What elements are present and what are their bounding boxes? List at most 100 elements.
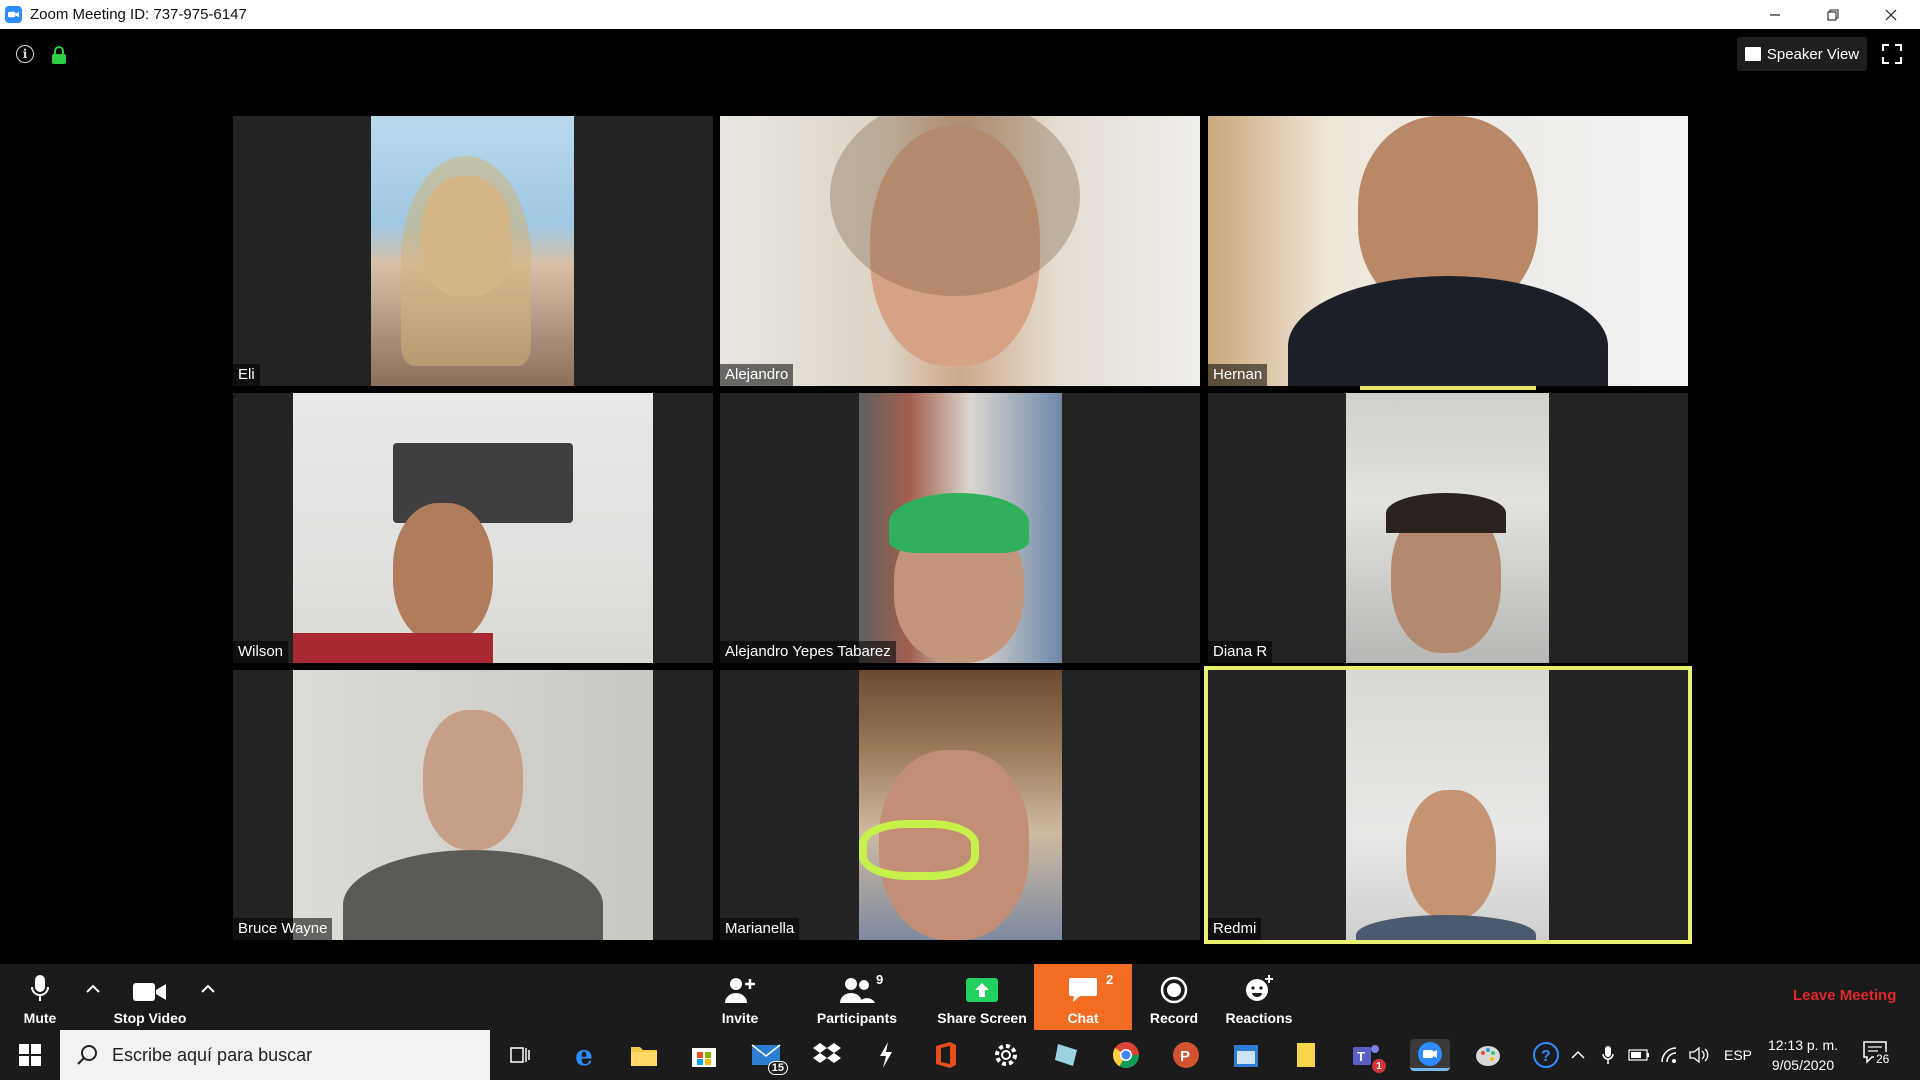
participant-name: Wilson: [233, 641, 289, 663]
speaker-view-icon: [1744, 47, 1761, 61]
participant-video: [371, 116, 574, 386]
paint-palette-icon[interactable]: [1472, 1039, 1504, 1071]
system-clock[interactable]: 12:13 p. m. 9/05/2020: [1758, 1035, 1848, 1075]
app-lightning-icon[interactable]: [870, 1039, 902, 1071]
reactions-button[interactable]: Reactions: [1222, 964, 1296, 1030]
close-button[interactable]: [1862, 0, 1920, 29]
invite-button[interactable]: Invite: [714, 964, 766, 1030]
participant-video: [859, 670, 1062, 940]
video-tile[interactable]: Diana R: [1208, 393, 1688, 663]
powerpoint-icon[interactable]: P: [1170, 1039, 1202, 1071]
battery-icon[interactable]: [1626, 1039, 1652, 1071]
participant-video: [1346, 393, 1549, 663]
speaker-view-label: Speaker View: [1766, 45, 1860, 63]
clock-time: 12:13 p. m.: [1767, 1037, 1839, 1053]
participant-name: Eli: [233, 364, 260, 386]
sticky-notes-icon[interactable]: [1290, 1039, 1322, 1071]
participant-name: Bruce Wayne: [233, 918, 333, 940]
video-tile[interactable]: Hernan: [1208, 116, 1688, 386]
chat-count: 2: [1106, 972, 1114, 987]
notes-app-icon[interactable]: [1050, 1039, 1082, 1071]
office-icon[interactable]: [930, 1039, 962, 1071]
speaking-indicator: [1360, 386, 1536, 390]
wifi-icon[interactable]: [1658, 1039, 1684, 1071]
svg-text:T: T: [1357, 1049, 1365, 1064]
edge-browser-icon[interactable]: e: [568, 1039, 600, 1072]
participants-label: Participants: [816, 1010, 898, 1026]
settings-gear-icon[interactable]: [990, 1039, 1022, 1071]
record-button[interactable]: Record: [1146, 964, 1202, 1030]
tray-microphone-icon[interactable]: [1596, 1039, 1620, 1071]
audio-options-caret-icon[interactable]: [84, 982, 102, 996]
title-bar: Zoom Meeting ID: 737-975-6147: [0, 0, 1920, 29]
speaker-view-button[interactable]: Speaker View: [1737, 37, 1867, 71]
action-center-icon[interactable]: 26: [1862, 1040, 1898, 1070]
search-placeholder: Escribe aquí para buscar: [112, 1044, 313, 1065]
minimize-button[interactable]: [1746, 0, 1804, 29]
video-tile[interactable]: Alejandro Yepes Tabarez: [720, 393, 1200, 663]
tray-expand-chevron-icon[interactable]: [1566, 1039, 1590, 1071]
reactions-label: Reactions: [1225, 1010, 1293, 1026]
mute-label: Mute: [23, 1010, 57, 1026]
video-tile[interactable]: Marianella: [720, 670, 1200, 940]
participant-video: [293, 393, 653, 663]
zoom-taskbar-icon[interactable]: [1410, 1039, 1450, 1071]
participant-name: Diana R: [1208, 641, 1273, 663]
participant-video: [859, 393, 1062, 663]
leave-meeting-button[interactable]: Leave Meeting: [1793, 987, 1896, 1004]
mail-icon[interactable]: 15: [750, 1039, 788, 1075]
input-language[interactable]: ESP: [1724, 1030, 1752, 1080]
video-tile[interactable]: Alejandro: [720, 116, 1200, 386]
participant-video: [293, 670, 653, 940]
share-screen-button[interactable]: Share Screen: [935, 964, 1029, 1030]
clock-date: 9/05/2020: [1771, 1057, 1835, 1073]
participant-name: Alejandro: [720, 364, 794, 386]
teams-badge: 1: [1372, 1059, 1386, 1073]
participant-name: Hernan: [1208, 364, 1268, 386]
task-view-icon[interactable]: [504, 1039, 536, 1071]
participant-name: Alejandro Yepes Tabarez: [720, 641, 896, 663]
active-speaker-tile[interactable]: Redmi: [1204, 666, 1692, 944]
participant-video: [1208, 116, 1688, 386]
chrome-icon[interactable]: [1110, 1039, 1142, 1071]
mute-button[interactable]: Mute: [14, 964, 66, 1030]
video-tile[interactable]: Eli: [233, 116, 713, 386]
participants-count: 9: [876, 972, 884, 987]
calendar-icon[interactable]: [1230, 1039, 1262, 1071]
video-tile[interactable]: Bruce Wayne: [233, 670, 713, 940]
participants-icon: [840, 978, 875, 1003]
share-screen-icon: [966, 978, 998, 1002]
info-icon[interactable]: i: [16, 45, 34, 63]
window-title: Zoom Meeting ID: 737-975-6147: [30, 6, 247, 23]
windows-taskbar: Escribe aquí para buscar e 15 P T 1 ? ES…: [0, 1030, 1920, 1080]
record-label: Record: [1149, 1010, 1199, 1026]
share-screen-label: Share Screen: [937, 1010, 1027, 1026]
dropbox-icon[interactable]: [811, 1039, 843, 1071]
start-button[interactable]: [0, 1030, 60, 1080]
microphone-icon: [31, 975, 49, 1001]
lock-icon[interactable]: [51, 46, 67, 64]
video-camera-icon: [133, 983, 166, 1001]
restore-button[interactable]: [1804, 0, 1862, 29]
meeting-area: i Speaker View Eli Alejandro Hernan Wils…: [0, 29, 1920, 964]
help-icon[interactable]: ?: [1530, 1039, 1562, 1071]
video-options-caret-icon[interactable]: [199, 982, 217, 996]
microsoft-store-icon[interactable]: [688, 1039, 720, 1071]
volume-icon[interactable]: [1686, 1039, 1712, 1071]
stop-video-button[interactable]: Stop Video: [108, 964, 192, 1030]
record-icon: [1160, 976, 1188, 1004]
participants-button[interactable]: Participants: [812, 964, 902, 1030]
search-icon: [77, 1045, 97, 1065]
participant-video: [720, 116, 1200, 386]
stop-video-label: Stop Video: [113, 1010, 187, 1026]
chat-label: Chat: [1067, 1010, 1099, 1026]
zoom-app-icon: [5, 6, 22, 23]
meeting-toolbar: Mute Stop Video Invite Participants 9 Sh…: [0, 964, 1920, 1030]
fullscreen-icon[interactable]: [1882, 44, 1902, 64]
video-tile[interactable]: Wilson: [233, 393, 713, 663]
taskbar-search-box[interactable]: Escribe aquí para buscar: [60, 1030, 490, 1080]
chat-button[interactable]: Chat: [1034, 964, 1132, 1030]
chat-bubble-icon: [1069, 978, 1097, 1002]
teams-icon[interactable]: T 1: [1350, 1039, 1386, 1073]
file-explorer-icon[interactable]: [628, 1039, 660, 1071]
